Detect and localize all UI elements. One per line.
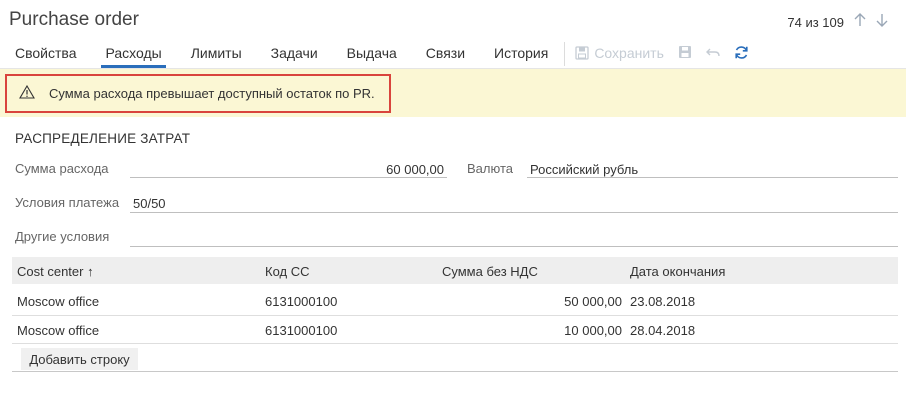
- row-2-cost-center[interactable]: Moscow office: [17, 323, 99, 338]
- row-2-cc-code[interactable]: 6131000100: [265, 323, 337, 338]
- row-1-cc-code[interactable]: 6131000100: [265, 294, 337, 309]
- currency-field-underline: [527, 177, 898, 178]
- payment-terms-underline: [130, 212, 898, 213]
- previous-record-arrow-icon[interactable]: [854, 13, 866, 31]
- amount-field-underline: [130, 177, 447, 178]
- grid-bottom-divider: [12, 371, 898, 372]
- row-divider: [12, 343, 898, 344]
- record-position: 74 из 109: [787, 14, 844, 30]
- toolbar-divider: [564, 42, 566, 66]
- warning-text: Сумма расхода превышает доступный остато…: [49, 86, 375, 101]
- save-button-label: Сохранить: [594, 45, 664, 61]
- column-header-cc-code[interactable]: Код СС: [265, 264, 310, 279]
- warning-triangle-icon: [19, 84, 35, 102]
- column-header-amount-net[interactable]: Сумма без НДС: [442, 264, 538, 279]
- column-header-cost-center[interactable]: Cost center ↑: [17, 264, 94, 279]
- refresh-icon: [734, 45, 748, 59]
- amount-field[interactable]: 60 000,00: [130, 162, 444, 177]
- warning-message-box: Сумма расхода превышает доступный остато…: [5, 74, 391, 113]
- tab-history[interactable]: История: [494, 40, 548, 68]
- record-navigation: 74 из 109: [787, 13, 888, 31]
- tab-properties[interactable]: Свойства: [15, 40, 76, 68]
- row-1-cost-center[interactable]: Moscow office: [17, 294, 99, 309]
- currency-field[interactable]: Российский рубль: [530, 162, 638, 177]
- payment-terms-field[interactable]: 50/50: [133, 196, 166, 211]
- save-button[interactable]: Сохранить: [575, 40, 664, 61]
- add-row-button[interactable]: Добавить строку: [21, 348, 138, 370]
- tab-expenses[interactable]: Расходы: [101, 40, 166, 68]
- refresh-button[interactable]: [734, 40, 748, 59]
- tab-links[interactable]: Связи: [426, 40, 465, 68]
- row-2-amount[interactable]: 10 000,00: [442, 323, 622, 338]
- row-2-end-date[interactable]: 28.04.2018: [630, 323, 695, 338]
- tab-tasks[interactable]: Задачи: [271, 40, 318, 68]
- column-header-end-date[interactable]: Дата окончания: [630, 264, 725, 279]
- save-disk-icon: [678, 45, 692, 59]
- undo-button[interactable]: [705, 40, 720, 59]
- undo-icon: [705, 45, 720, 59]
- tab-bar: Свойства Расходы Лимиты Задачи Выдача Св…: [0, 40, 906, 68]
- other-terms-field[interactable]: [133, 230, 893, 245]
- next-record-arrow-icon[interactable]: [876, 13, 888, 31]
- currency-label: Валюта: [467, 161, 513, 176]
- save-icon: [575, 46, 589, 60]
- other-terms-label: Другие условия: [15, 229, 110, 244]
- tab-limits[interactable]: Лимиты: [191, 40, 242, 68]
- section-title: РАСПРЕДЕЛЕНИЕ ЗАТРАТ: [15, 131, 191, 146]
- row-1-end-date[interactable]: 23.08.2018: [630, 294, 695, 309]
- payment-terms-label: Условия платежа: [15, 195, 120, 210]
- row-1-amount[interactable]: 50 000,00: [442, 294, 622, 309]
- page-title: Purchase order: [9, 9, 139, 30]
- row-divider: [12, 315, 898, 316]
- amount-label: Сумма расхода: [15, 161, 109, 176]
- tab-issue[interactable]: Выдача: [347, 40, 397, 68]
- other-terms-underline: [130, 246, 898, 247]
- save-and-close-button[interactable]: [678, 40, 692, 59]
